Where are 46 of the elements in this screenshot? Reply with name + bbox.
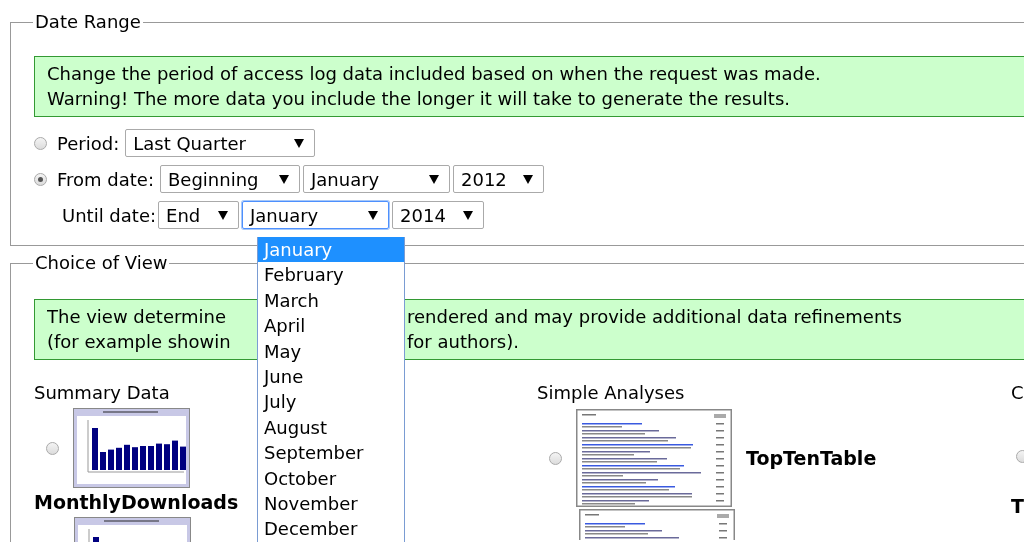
section-legend: Date Range <box>33 12 143 32</box>
radio-button[interactable] <box>34 136 47 150</box>
dropdown-option[interactable]: September <box>258 440 404 466</box>
caret-icon <box>218 210 229 220</box>
dropdown-option[interactable]: October <box>258 465 404 491</box>
dropdown-option[interactable]: May <box>258 338 404 364</box>
view-name: MonthlyDownloads <box>34 491 239 513</box>
dropdown[interactable]: January <box>303 165 450 193</box>
dropdown-option[interactable]: February <box>258 262 404 288</box>
radio-button[interactable] <box>549 451 562 465</box>
caret-icon <box>294 138 305 148</box>
dropdown-option[interactable]: November <box>258 490 404 517</box>
dropdown-option[interactable]: July <box>258 389 404 415</box>
radio-button[interactable] <box>46 441 59 455</box>
view-name: TopTenTable <box>746 447 877 469</box>
column-heading: Summary Data <box>34 382 170 404</box>
column-heading: C <box>1011 382 1024 404</box>
section-legend: Choice of View <box>33 253 170 273</box>
notice-text: Warning! The more data you include the longer it will take to generate the results. <box>47 87 792 111</box>
radio-button[interactable] <box>34 172 47 186</box>
notice-text: (for example showin <box>47 330 232 354</box>
caret-icon <box>279 174 289 184</box>
dropdown-option[interactable]: March <box>258 287 404 314</box>
field-label: Until date: <box>62 204 157 226</box>
notice-text: The view determine <box>47 305 228 329</box>
caret-icon <box>429 174 439 184</box>
dropdown-option[interactable]: August <box>258 414 404 441</box>
dropdown[interactable]: 2014 <box>392 201 485 229</box>
caret-icon <box>463 210 474 220</box>
dropdown[interactable]: 2012 <box>453 165 544 193</box>
dropdown-option[interactable]: December <box>258 516 404 542</box>
notice-text: for authors). <box>407 330 519 354</box>
dropdown[interactable]: January <box>242 201 390 229</box>
dropdown[interactable]: Last Quarter <box>125 129 316 157</box>
option-label: From date: <box>57 168 154 190</box>
view-name: T <box>1011 495 1024 517</box>
column-heading: Simple Analyses <box>537 382 685 404</box>
dropdown[interactable]: Beginning <box>160 165 300 193</box>
dropdown[interactable]: End <box>158 201 240 229</box>
caret-icon <box>523 174 533 184</box>
notice-text: Change the period of access log data included based on when the request was made. <box>47 62 822 86</box>
option-label: Period: <box>57 132 120 154</box>
dropdown-option[interactable]: June <box>258 363 404 390</box>
notice-text: rendered and may provide additional data refinements <box>407 305 902 329</box>
caret-icon <box>368 210 379 220</box>
dropdown-option[interactable]: April <box>258 313 404 339</box>
